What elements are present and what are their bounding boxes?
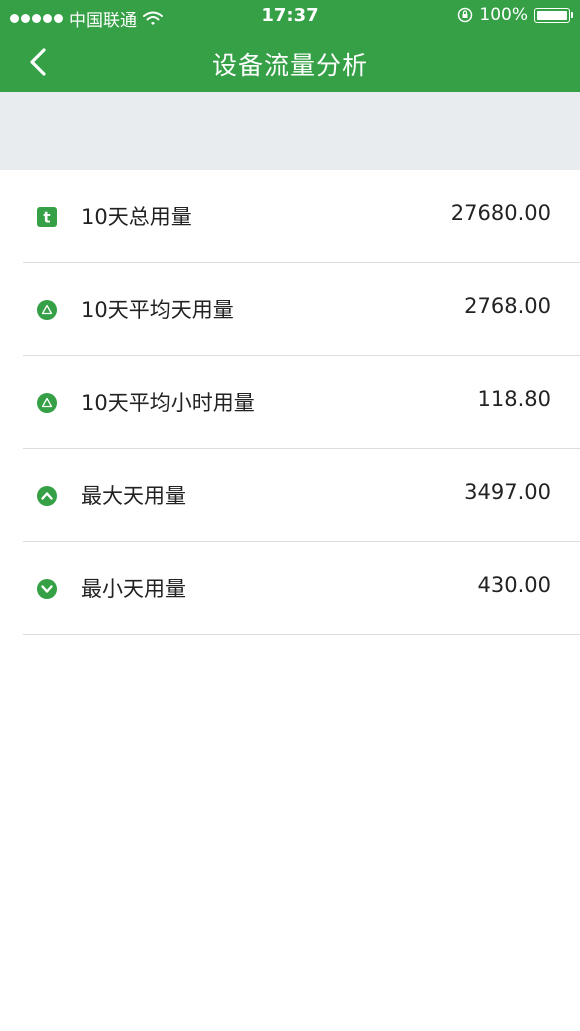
orientation-lock-icon	[458, 7, 473, 23]
list-item: t 10天总用量 27680.00	[23, 170, 580, 263]
status-right: 100%	[457, 5, 573, 25]
stat-label: 10天平均天用量	[81, 298, 234, 322]
battery-percent: 100%	[479, 5, 528, 25]
average-triangle-icon	[37, 300, 57, 320]
stat-label: 10天平均小时用量	[81, 391, 255, 415]
app-header: 中国联通 17:37 100% 设备流量分析	[0, 0, 580, 92]
stat-label: 最大天用量	[81, 484, 186, 508]
status-bar: 中国联通 17:37 100%	[0, 0, 580, 32]
stat-label: 最小天用量	[81, 577, 186, 601]
total-usage-icon: t	[37, 207, 57, 227]
list-item: 10天平均天用量 2768.00	[23, 263, 580, 356]
header-spacer-band	[0, 92, 580, 170]
list-item: 最小天用量 430.00	[23, 542, 580, 635]
stat-value: 27680.00	[450, 201, 551, 225]
chevron-up-circle-icon	[37, 486, 57, 506]
chevron-down-circle-icon	[37, 579, 57, 599]
average-triangle-icon	[37, 393, 57, 413]
stat-value: 2768.00	[464, 294, 551, 318]
stat-value: 430.00	[477, 573, 551, 597]
list-item: 10天平均小时用量 118.80	[23, 356, 580, 449]
stat-label: 10天总用量	[81, 205, 192, 229]
stat-value: 3497.00	[464, 480, 551, 504]
nav-bar: 设备流量分析	[0, 32, 580, 92]
svg-text:t: t	[43, 209, 50, 227]
page-title: 设备流量分析	[211, 51, 368, 80]
stats-list: t 10天总用量 27680.00 10天平均天用量 2768.00 10天平均…	[0, 170, 580, 635]
list-item: 最大天用量 3497.00	[23, 449, 580, 542]
stat-value: 118.80	[477, 387, 551, 411]
battery-icon	[534, 7, 573, 23]
